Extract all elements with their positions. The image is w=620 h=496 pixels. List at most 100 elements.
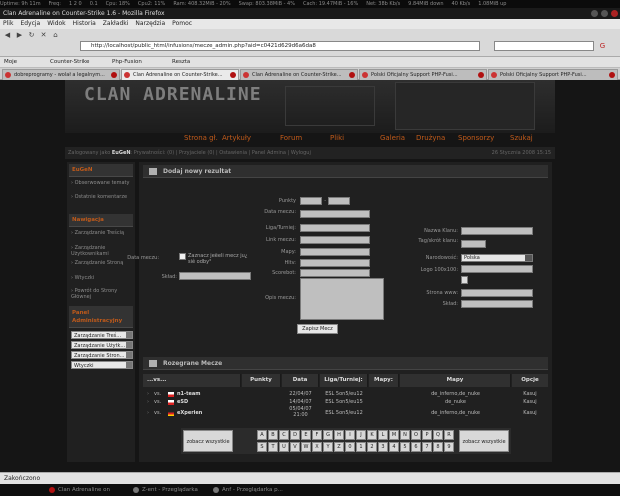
address-bar[interactable]: http://localhost/public_html/infusions/m… [80, 41, 480, 51]
window-titlebar[interactable]: Clan Adrenaline on Counter-Strike 1.6 - … [0, 8, 620, 19]
sidebar-link-tresc[interactable]: › Zarządzanie Treścią [71, 230, 133, 236]
letter-filter-button[interactable]: D [290, 430, 300, 440]
logo-input[interactable] [461, 265, 533, 273]
bookmark-reszta[interactable]: Reszta [172, 57, 190, 68]
bookmark-counter-strike[interactable]: Counter-Strike [50, 57, 89, 68]
menu-item[interactable]: Plik [3, 20, 13, 27]
letter-filter-button[interactable]: 5 [400, 442, 410, 452]
letter-filter-button[interactable]: W [301, 442, 311, 452]
sidebar-link-komentarze[interactable]: › Ostatnie komentarze [71, 194, 133, 200]
nav-galeria[interactable]: Galeria [380, 133, 405, 144]
back-icon[interactable]: ◀ [3, 31, 12, 40]
home-icon[interactable]: ⌂ [51, 31, 60, 40]
close-tab-icon[interactable] [230, 72, 236, 78]
letter-filter-button[interactable]: I [345, 430, 355, 440]
mecz-odbyty-checkbox[interactable] [179, 253, 186, 260]
sidebar-link-obserwowane[interactable]: › Obserwowane tematy [71, 180, 133, 186]
tab-clan-adrenaline-1[interactable]: Clan Adrenaline on Counter-Strike... [121, 69, 239, 80]
menu-item[interactable]: Edycja [20, 20, 40, 27]
letter-filter-button[interactable]: X [312, 442, 322, 452]
admin-select-uzytkownicy[interactable]: Zarządzanie Użytk... [71, 341, 133, 349]
nav-sponsorzy[interactable]: Sponsorzy [458, 133, 494, 144]
team-name[interactable]: eXperien [177, 410, 202, 416]
letter-filter-button[interactable]: 0 [345, 442, 355, 452]
letter-filter-button[interactable]: T [268, 442, 278, 452]
nav-forum[interactable]: Forum [280, 133, 302, 144]
tab-php-fusion-1[interactable]: Polski Oficjalny Support PHP-Fusi... [359, 69, 487, 80]
sidebar-link-powrot[interactable]: › Powrót do Strony Głównej [71, 288, 133, 300]
letter-filter-button[interactable]: G [323, 430, 333, 440]
delete-link[interactable]: Kasuj [512, 391, 548, 397]
letter-filter-button[interactable]: Q [433, 430, 443, 440]
letter-filter-button[interactable]: A [257, 430, 267, 440]
hltv-input[interactable] [300, 259, 370, 267]
bookmark-php-fusion[interactable]: Php-Fusion [112, 57, 142, 68]
delete-link[interactable]: Kasuj [512, 399, 548, 405]
show-all-button-left[interactable]: zobacz wszystkie [183, 430, 233, 452]
menu-item[interactable]: Narzędzia [135, 20, 165, 27]
letter-filter-button[interactable]: F [312, 430, 322, 440]
stop-icon[interactable]: ✕ [39, 31, 48, 40]
search-input[interactable] [494, 41, 594, 51]
letter-filter-button[interactable]: 4 [389, 442, 399, 452]
letter-filter-button[interactable]: 7 [422, 442, 432, 452]
sklad-left-input[interactable] [179, 272, 251, 280]
close-tab-icon[interactable] [609, 72, 615, 78]
menu-item[interactable]: Historia [73, 20, 96, 27]
mapy-input[interactable] [300, 248, 370, 256]
admin-select-strona[interactable]: Zarządzanie Stron... [71, 351, 133, 359]
letter-filter-button[interactable]: M [389, 430, 399, 440]
close-tab-icon[interactable] [349, 72, 355, 78]
letter-filter-button[interactable]: H [334, 430, 344, 440]
letter-filter-button[interactable]: O [411, 430, 421, 440]
bookmark-moje[interactable]: Moje [4, 57, 17, 68]
data-meczu-input[interactable] [300, 210, 370, 218]
nav-strona-glowna[interactable]: Strona gł. [184, 133, 218, 144]
letter-filter-button[interactable]: V [290, 442, 300, 452]
letter-filter-button[interactable]: L [378, 430, 388, 440]
menu-item[interactable]: Widok [47, 20, 65, 27]
admin-select-wtyczki[interactable]: Wtyczki [71, 361, 133, 369]
letter-filter-button[interactable]: K [367, 430, 377, 440]
tab-php-fusion-2[interactable]: Polski Oficjalny Support PHP-Fusi... [488, 69, 618, 80]
nazwa-klanu-input[interactable] [461, 227, 533, 235]
letter-filter-button[interactable]: N [400, 430, 410, 440]
menu-item[interactable]: Zakładki [103, 20, 129, 27]
letter-filter-button[interactable]: 8 [433, 442, 443, 452]
www-input[interactable] [461, 289, 533, 297]
maximize-icon[interactable] [601, 10, 608, 17]
letter-filter-button[interactable]: R [444, 430, 454, 440]
taskbar-item[interactable]: Z-ent - Przeglądarka [132, 485, 198, 495]
nav-pliki[interactable]: Pliki [330, 133, 344, 144]
letter-filter-button[interactable]: E [301, 430, 311, 440]
zapisz-mecz-button[interactable]: Zapisz Mecz [297, 324, 338, 334]
taskbar-item[interactable]: Anf - Przeglądarka p... [212, 485, 283, 495]
forward-icon[interactable]: ▶ [15, 31, 24, 40]
minimize-icon[interactable] [591, 10, 598, 17]
nav-artykuly[interactable]: Artykuły [222, 133, 251, 144]
close-tab-icon[interactable] [478, 72, 484, 78]
liga-input[interactable] [300, 224, 370, 232]
letter-filter-button[interactable]: P [422, 430, 432, 440]
team-name[interactable]: eSD [177, 399, 188, 405]
letter-filter-button[interactable]: C [279, 430, 289, 440]
letter-filter-button[interactable]: 1 [356, 442, 366, 452]
username[interactable]: EuGeN [112, 150, 131, 156]
tab-clan-adrenaline-2[interactable]: Clan Adrenaline on Counter-Strike... [240, 69, 358, 80]
scorebot-input[interactable] [300, 269, 370, 277]
letter-filter-button[interactable]: 6 [411, 442, 421, 452]
letter-filter-button[interactable]: U [279, 442, 289, 452]
nav-szukaj[interactable]: Szukaj [510, 133, 533, 144]
letter-filter-button[interactable]: S [257, 442, 267, 452]
reload-icon[interactable]: ↻ [27, 31, 36, 40]
search-engine-icon[interactable]: G [598, 42, 607, 51]
letter-filter-button[interactable]: 9 [444, 442, 454, 452]
close-tab-icon[interactable] [111, 72, 117, 78]
tag-input[interactable] [461, 240, 486, 248]
letter-filter-button[interactable]: Y [323, 442, 333, 452]
tab-dobreprogramy[interactable]: dobreprogramy - wolał a legalnym... [2, 69, 120, 80]
delete-link[interactable]: Kasuj [512, 410, 548, 416]
letter-filter-button[interactable]: Z [334, 442, 344, 452]
menu-item[interactable]: Pomoc [172, 20, 192, 27]
opis-textarea[interactable] [300, 278, 384, 320]
